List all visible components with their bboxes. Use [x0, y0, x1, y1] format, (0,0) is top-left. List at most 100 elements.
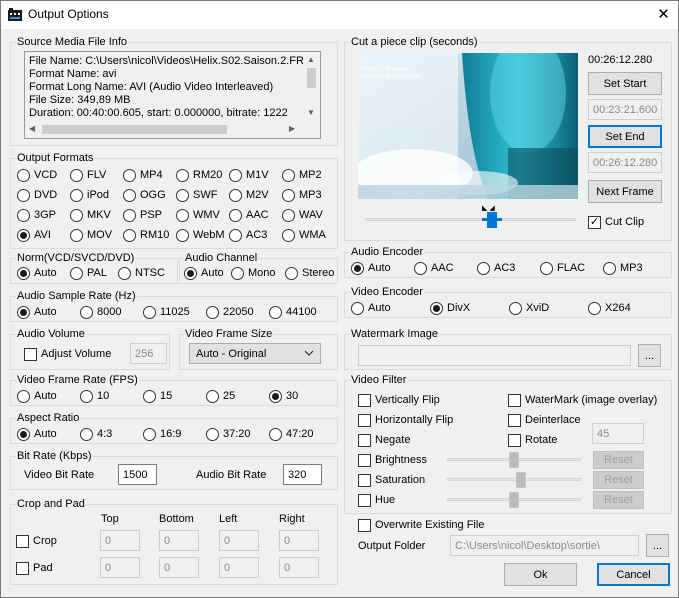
radio-circle[interactable] [229, 228, 242, 242]
crop-checkbox[interactable]: Crop [16, 534, 57, 548]
radio-circle[interactable] [588, 301, 601, 315]
vertical-scrollbar[interactable]: ▲ ▼ [303, 52, 320, 122]
audio-channel-option[interactable]: Stereo [285, 266, 334, 280]
brightness-checkbox[interactable]: Brightness [358, 453, 427, 467]
horizontally-flip-checkbox[interactable]: Horizontally Flip [358, 413, 453, 427]
radio-circle[interactable] [70, 208, 83, 222]
radio-circle[interactable] [143, 427, 156, 441]
formats-option[interactable]: MKV [70, 208, 111, 222]
checkbox-box[interactable]: ✓ [588, 215, 601, 229]
checkbox-box[interactable] [24, 347, 37, 361]
radio-circle[interactable] [176, 208, 189, 222]
sample-rate-option[interactable]: 8000 [80, 305, 121, 319]
deinterlace-checkbox[interactable]: Deinterlace [508, 413, 581, 427]
radio-circle[interactable] [176, 228, 189, 242]
hue-checkbox[interactable]: Hue [358, 493, 395, 507]
rotate-checkbox[interactable]: Rotate [508, 433, 557, 447]
start-time-input[interactable]: 00:23:21.600 [588, 99, 662, 120]
checkbox-box[interactable] [358, 453, 371, 467]
radio-circle[interactable] [123, 208, 136, 222]
radio-circle[interactable] [17, 188, 30, 202]
scroll-left-icon[interactable]: ◀ [29, 124, 35, 134]
pad-left-input[interactable]: 0 [219, 557, 259, 578]
formats-option[interactable]: PSP [123, 208, 162, 222]
crop-right-input[interactable]: 0 [279, 530, 319, 551]
checkbox-box[interactable] [16, 561, 29, 575]
sample-rate-option[interactable]: 11025 [143, 305, 190, 319]
formats-option[interactable]: DVD [17, 188, 57, 202]
formats-option[interactable]: AAC [229, 208, 269, 222]
radio-circle[interactable] [123, 188, 136, 202]
clip-slider-track[interactable] [365, 218, 576, 221]
video-encoder-option[interactable]: XviD [509, 301, 549, 315]
radio-circle[interactable] [282, 188, 295, 202]
norm-option[interactable]: PAL [70, 266, 107, 280]
checkbox-box[interactable] [358, 473, 371, 487]
video-encoder-option[interactable]: Auto [351, 301, 391, 315]
checkbox-box[interactable] [508, 433, 521, 447]
watermark-overlay-checkbox[interactable]: WaterMark (image overlay) [508, 393, 657, 407]
output-browse-button[interactable]: ... [646, 534, 669, 557]
radio-circle[interactable] [17, 305, 30, 319]
radio-circle[interactable] [80, 389, 93, 403]
formats-option[interactable]: SWF [176, 188, 217, 202]
cancel-button[interactable]: Cancel [597, 563, 670, 586]
formats-option[interactable]: OGG [123, 188, 166, 202]
formats-option[interactable]: VCD [17, 168, 57, 182]
radio-circle[interactable] [414, 261, 427, 275]
radio-circle[interactable] [70, 266, 83, 280]
norm-option[interactable]: Auto [17, 266, 57, 280]
aspect-option[interactable]: 47:20 [269, 427, 314, 441]
radio-circle[interactable] [282, 228, 295, 242]
frame-rate-option[interactable]: 10 [80, 389, 109, 403]
radio-circle[interactable] [269, 427, 282, 441]
radio-circle[interactable] [430, 301, 443, 315]
radio-circle[interactable] [70, 228, 83, 242]
radio-circle[interactable] [206, 305, 219, 319]
formats-option[interactable]: M1V [229, 168, 269, 182]
checkbox-box[interactable] [358, 393, 371, 407]
vertically-flip-checkbox[interactable]: Vertically Flip [358, 393, 440, 407]
formats-option[interactable]: MOV [70, 228, 112, 242]
radio-circle[interactable] [231, 266, 244, 280]
crop-top-input[interactable]: 0 [100, 530, 140, 551]
frame-rate-option[interactable]: Auto [17, 389, 57, 403]
radio-circle[interactable] [17, 228, 30, 242]
radio-circle[interactable] [206, 389, 219, 403]
radio-circle[interactable] [229, 188, 242, 202]
hue-reset-button[interactable]: Reset [593, 491, 644, 509]
formats-option[interactable]: MP3 [282, 188, 322, 202]
scroll-thumb[interactable] [42, 125, 227, 134]
source-info-textbox[interactable]: File Name: C:\Users\nicol\Videos\Helix.S… [24, 51, 321, 139]
radio-circle[interactable] [176, 188, 189, 202]
formats-option[interactable]: 3GP [17, 208, 56, 222]
radio-circle[interactable] [282, 208, 295, 222]
saturation-slider[interactable] [447, 478, 581, 481]
radio-circle[interactable] [80, 305, 93, 319]
radio-circle[interactable] [229, 208, 242, 222]
formats-option[interactable]: FLV [70, 168, 106, 182]
audio-encoder-option[interactable]: AAC [414, 261, 454, 275]
radio-circle[interactable] [206, 427, 219, 441]
checkbox-box[interactable] [358, 493, 371, 507]
sample-rate-option[interactable]: 22050 [206, 305, 254, 319]
radio-circle[interactable] [123, 168, 136, 182]
aspect-option[interactable]: Auto [17, 427, 57, 441]
sample-rate-option[interactable]: Auto [17, 305, 57, 319]
scroll-thumb[interactable] [307, 68, 316, 88]
frame-rate-option[interactable]: 30 [269, 389, 298, 403]
cut-clip-checkbox[interactable]: ✓ Cut Clip [588, 215, 644, 229]
norm-option[interactable]: NTSC [118, 266, 165, 280]
formats-option[interactable]: RM10 [123, 228, 169, 242]
pad-checkbox[interactable]: Pad [16, 561, 53, 575]
radio-circle[interactable] [17, 427, 30, 441]
radio-circle[interactable] [351, 301, 364, 315]
formats-option[interactable]: AC3 [229, 228, 267, 242]
brightness-slider-thumb[interactable] [509, 452, 519, 468]
aspect-option[interactable]: 37:20 [206, 427, 251, 441]
scroll-right-icon[interactable]: ▶ [289, 124, 295, 134]
horizontal-scrollbar[interactable]: ◀ ▶ [25, 121, 304, 138]
radio-circle[interactable] [123, 228, 136, 242]
video-bit-rate-input[interactable]: 1500 [118, 464, 157, 485]
saturation-reset-button[interactable]: Reset [593, 471, 644, 489]
